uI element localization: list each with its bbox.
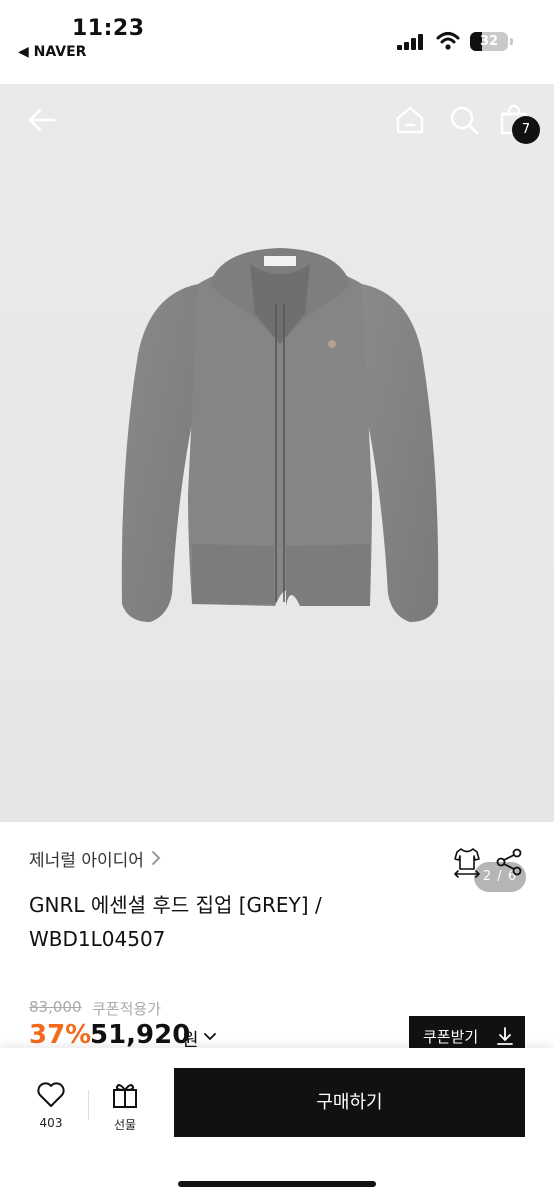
back-arrow-icon[interactable] xyxy=(26,104,58,136)
heart-icon xyxy=(37,1082,65,1107)
home-icon[interactable] xyxy=(394,104,426,136)
wifi-icon xyxy=(436,32,460,50)
gift-label: 선물 xyxy=(113,1118,137,1132)
brand-link[interactable]: 제너럴 아이디어 xyxy=(29,846,144,871)
share-icon[interactable] xyxy=(495,848,523,876)
cellular-signal-icon xyxy=(397,34,423,50)
sale-price: 51,920 xyxy=(90,1020,191,1050)
product-image-gallery[interactable]: 2 / 6 xyxy=(0,84,554,892)
coupon-price-note: 쿠폰적용가 xyxy=(92,1000,162,1018)
download-icon xyxy=(497,1027,513,1045)
divider xyxy=(88,1090,89,1120)
original-price: 83,000 xyxy=(29,998,82,1016)
status-bar: 11:23 ◀ NAVER 32 xyxy=(0,0,554,84)
like-button[interactable]: 403 xyxy=(30,1082,72,1130)
like-count: 403 xyxy=(39,1116,63,1130)
battery-level: 32 xyxy=(479,34,499,49)
product-title: GNRL 에센셜 후드 집업 [GREY] / WBD1L04507 xyxy=(29,893,322,951)
chevron-right-icon xyxy=(152,851,161,865)
status-time: 11:23 xyxy=(72,16,145,41)
cart-count-badge: 7 xyxy=(512,116,540,144)
battery-tip xyxy=(510,38,513,45)
gift-button[interactable]: 선물 xyxy=(104,1082,146,1133)
battery-indicator: 32 xyxy=(470,32,508,51)
home-indicator[interactable] xyxy=(178,1181,376,1187)
gift-icon xyxy=(113,1084,137,1108)
get-coupon-label: 쿠폰받기 xyxy=(423,1028,479,1046)
chevron-down-icon[interactable] xyxy=(204,1032,216,1042)
buy-button[interactable]: 구매하기 xyxy=(174,1068,525,1137)
product-photo xyxy=(121,248,439,622)
search-icon[interactable] xyxy=(448,104,480,136)
fit-size-icon[interactable] xyxy=(452,846,482,878)
discount-rate: 37% xyxy=(29,1020,92,1050)
back-to-app-link[interactable]: ◀ NAVER xyxy=(18,44,86,60)
